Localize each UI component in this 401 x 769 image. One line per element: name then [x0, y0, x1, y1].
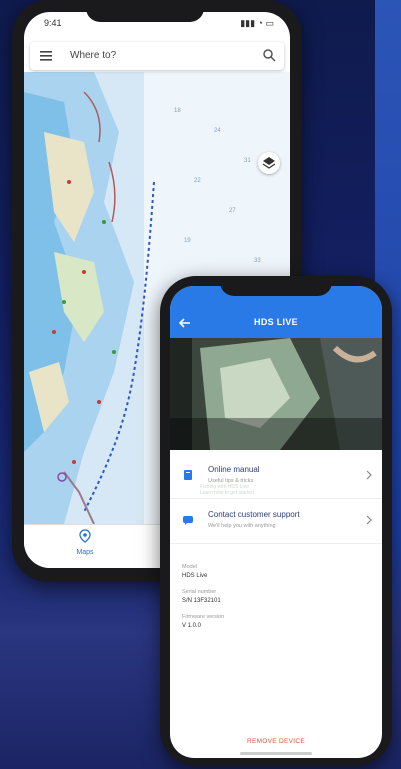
home-indicator	[240, 752, 312, 755]
phone-notch	[86, 0, 204, 22]
remove-device-button[interactable]: REMOVE DEVICE	[170, 738, 382, 745]
model-value: HDS Live	[182, 573, 208, 579]
svg-text:31: 31	[244, 158, 251, 164]
chat-icon	[183, 516, 193, 525]
svg-text:24: 24	[214, 128, 221, 134]
search-input[interactable]: Where to?	[70, 50, 116, 61]
list-item-title: Online manual	[208, 465, 260, 474]
menu-icon[interactable]	[40, 51, 52, 61]
serial-info: Serial number S/N 13F32101	[182, 589, 372, 604]
phone-notch	[220, 276, 332, 296]
svg-text:33: 33	[254, 258, 261, 264]
status-time: 9:41	[44, 18, 62, 28]
svg-text:19: 19	[184, 238, 191, 244]
device-app-screen: HDS LIVE Fishing with HDS Live Learn how…	[170, 286, 382, 758]
firmware-label: Firmware version	[182, 614, 225, 620]
phone-device-app: HDS LIVE Fishing with HDS Live Learn how…	[160, 276, 392, 766]
map-pin-icon	[79, 529, 91, 543]
list-item-title: Contact customer support	[208, 510, 300, 519]
list-item-subtitle: Useful tips & tricks	[208, 478, 254, 484]
nav-maps-label: Maps	[76, 549, 94, 556]
chevron-right-icon	[366, 515, 372, 525]
video-thumbnail[interactable]: Fishing with HDS Live Learn how to get s…	[170, 338, 382, 496]
page-title: HDS LIVE	[254, 317, 298, 327]
video-image	[170, 338, 382, 450]
firmware-info: Firmware version V 1.0.0	[182, 614, 372, 629]
search-icon[interactable]	[262, 48, 276, 62]
model-label: Model	[182, 564, 197, 570]
svg-text:22: 22	[194, 178, 201, 184]
svg-text:27: 27	[229, 208, 236, 214]
serial-label: Serial number	[182, 589, 217, 595]
support-list: Online manual Useful tips & tricks Conta…	[170, 454, 382, 544]
chevron-right-icon	[366, 470, 372, 480]
status-icons: ▮▮▮ ◔ ▭	[240, 18, 274, 28]
nav-item-maps[interactable]: Maps	[70, 529, 100, 556]
svg-text:18: 18	[174, 108, 181, 114]
search-bar[interactable]: Where to?	[30, 42, 284, 70]
layers-button[interactable]	[258, 152, 280, 174]
layers-icon	[262, 157, 276, 169]
serial-value: S/N 13F32101	[182, 598, 221, 604]
device-info: Model HDS Live Serial number S/N 13F3210…	[182, 564, 372, 639]
book-icon	[184, 470, 192, 480]
list-item-customer-support[interactable]: Contact customer support We'll help you …	[170, 499, 382, 544]
model-info: Model HDS Live	[182, 564, 372, 579]
list-item-online-manual[interactable]: Online manual Useful tips & tricks	[170, 454, 382, 499]
firmware-value: V 1.0.0	[182, 623, 202, 629]
list-item-subtitle: We'll help you with anything	[208, 523, 276, 529]
